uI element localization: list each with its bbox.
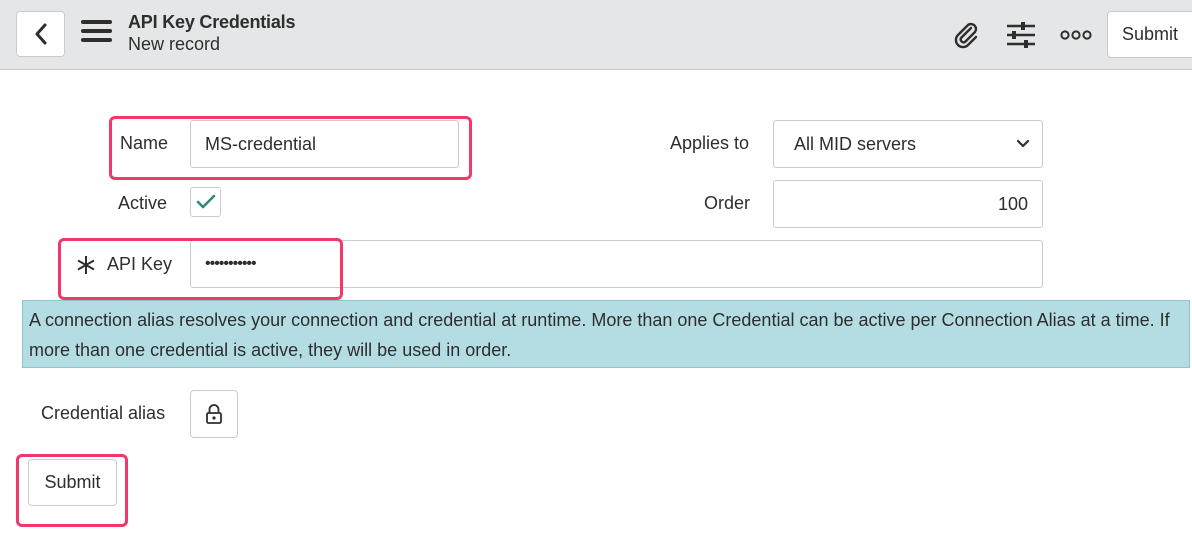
page-title: API Key Credentials: [128, 12, 296, 32]
info-message: A connection alias resolves your connect…: [22, 300, 1190, 368]
applies-to-value: All MID servers: [794, 133, 917, 154]
applies-to-select[interactable]: All MID servers: [773, 120, 1043, 168]
active-label: Active: [118, 193, 168, 213]
attachment-icon: [954, 22, 978, 49]
submit-button[interactable]: Submit: [28, 459, 117, 506]
more-options-icon: [1060, 30, 1092, 40]
checkmark-icon: [196, 194, 215, 209]
lock-icon: [206, 404, 222, 424]
required-asterisk-icon: [77, 256, 95, 274]
api-key-input[interactable]: •••••••••••: [190, 240, 1043, 288]
attachment-button[interactable]: [948, 17, 984, 53]
chevron-down-icon: [1016, 139, 1030, 148]
form-header: API Key Credentials New record Submit: [0, 0, 1192, 70]
more-options-button[interactable]: [1058, 17, 1094, 53]
menu-icon[interactable]: [81, 20, 112, 46]
name-label: Name: [120, 133, 169, 153]
settings-sliders-icon: [1007, 22, 1035, 48]
personalize-button[interactable]: [1003, 17, 1039, 53]
active-checkbox[interactable]: [190, 187, 221, 217]
back-icon: [35, 23, 46, 45]
page-subtitle: New record: [128, 34, 221, 54]
api-key-label: API Key: [107, 254, 173, 274]
back-button[interactable]: [16, 11, 65, 57]
name-input[interactable]: MS-credential: [190, 120, 459, 168]
credential-alias-lock-button[interactable]: [190, 390, 238, 438]
header-submit-button[interactable]: Submit: [1107, 11, 1192, 58]
order-label: Order: [704, 193, 751, 213]
order-input[interactable]: 100: [773, 180, 1043, 228]
applies-to-label: Applies to: [670, 133, 750, 153]
credential-alias-label: Credential alias: [41, 403, 166, 423]
